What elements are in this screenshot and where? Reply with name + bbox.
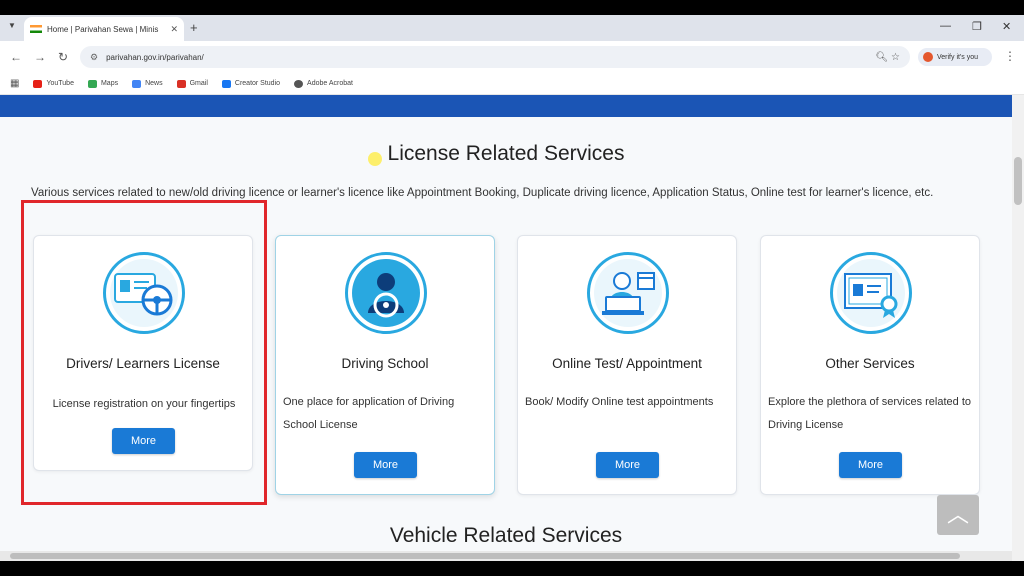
tab-strip: ▼ Home | Parivahan Sewa | Minis ✕ + — ❐ … (0, 15, 1024, 41)
highlight-box (21, 200, 267, 505)
tab-title: Home | Parivahan Sewa | Minis (47, 24, 159, 34)
new-tab-icon[interactable]: + (190, 20, 198, 35)
restore-icon[interactable]: ❐ (972, 20, 982, 33)
forward-icon[interactable]: → (34, 50, 46, 64)
tab-search-icon[interactable]: ▼ (8, 21, 16, 30)
youtube-icon (33, 79, 43, 88)
news-icon (132, 79, 142, 88)
card-online-test-appointment: Online Test/ Appointment Book/ Modify On… (517, 235, 737, 495)
bookmark-youtube[interactable]: YouTube (33, 79, 74, 88)
card-driving-school: Driving School One place for application… (275, 235, 495, 495)
card-title: Online Test/ Appointment (552, 356, 702, 371)
reload-icon[interactable]: ↻ (58, 50, 68, 64)
minimize-icon[interactable]: — (940, 20, 951, 32)
gmail-icon (176, 79, 186, 88)
next-section-title: Vehicle Related Services (389, 524, 623, 547)
driver-steering-icon (345, 252, 427, 334)
profile-verify-button[interactable]: Verify it's you (918, 48, 992, 66)
section-title: License Related Services (387, 142, 625, 165)
creator-studio-icon (221, 79, 231, 88)
address-bar: ← → ↻ ⚙ parivahan.gov.in/parivahan/ 🔍︎ ☆… (0, 41, 1024, 73)
back-icon[interactable]: ← (10, 50, 22, 64)
apps-grid-icon[interactable]: ▦ (10, 78, 19, 89)
browser-menu-icon[interactable]: ⋮ (1004, 49, 1016, 63)
horizontal-scrollbar[interactable] (0, 551, 1012, 561)
vertical-scrollbar[interactable] (1012, 95, 1024, 561)
scroll-to-top-button[interactable]: ︿ (937, 495, 979, 535)
more-button[interactable]: More (839, 452, 902, 478)
bookmark-maps[interactable]: Maps (87, 79, 118, 88)
card-title: Other Services (825, 356, 915, 371)
url-text: parivahan.gov.in/parivahan/ (106, 52, 204, 62)
maps-icon (87, 79, 97, 88)
url-field[interactable]: ⚙ parivahan.gov.in/parivahan/ 🔍︎ ☆ (80, 46, 910, 68)
header-band (0, 95, 1012, 117)
laptop-calendar-icon (587, 252, 669, 334)
more-button[interactable]: More (596, 452, 659, 478)
india-flag-icon (30, 25, 42, 33)
bookmark-gmail[interactable]: Gmail (176, 79, 208, 88)
more-button[interactable]: More (354, 452, 417, 478)
bookmark-creator-studio[interactable]: Creator Studio (221, 79, 280, 88)
card-title: Driving School (341, 356, 429, 371)
bookmark-adobe-acrobat[interactable]: Adobe Acrobat (294, 79, 353, 88)
mouse-cursor-highlight (368, 152, 382, 166)
verify-label: Verify it's you (937, 53, 979, 61)
page-viewport: License Related Services Various service… (0, 95, 1024, 561)
browser-tab[interactable]: Home | Parivahan Sewa | Minis ✕ (24, 17, 184, 41)
scrollbar-thumb[interactable] (1014, 157, 1022, 205)
bookmark-news[interactable]: News (132, 79, 163, 88)
close-tab-icon[interactable]: ✕ (170, 24, 178, 35)
card-other-services: Other Services Explore the plethora of s… (760, 235, 980, 495)
bookmarks-bar: ▦ YouTube Maps News Gmail Creator Studio… (0, 73, 1024, 95)
card-description: Book/ Modify Online test appointments (525, 396, 714, 408)
zoom-star-icons[interactable]: 🔍︎ ☆ (876, 52, 900, 63)
avatar (923, 52, 933, 62)
site-info-icon[interactable]: ⚙ (90, 52, 98, 63)
close-window-icon[interactable]: ✕ (1002, 20, 1011, 33)
certificate-icon (830, 252, 912, 334)
card-description: Explore the plethora of services related… (768, 396, 972, 431)
card-description: One place for application of Driving Sch… (283, 396, 455, 431)
hscrollbar-thumb[interactable] (10, 553, 960, 559)
adobe-acrobat-icon (294, 79, 304, 88)
